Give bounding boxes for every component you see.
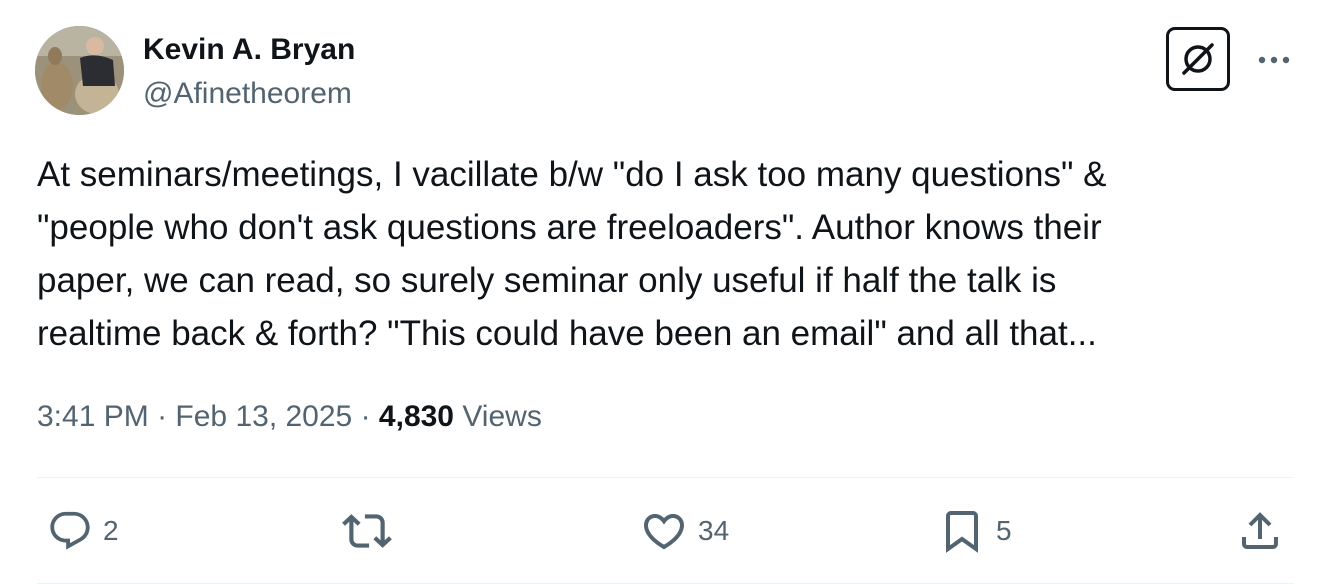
grok-icon	[1182, 43, 1214, 75]
tweet-line: realtime back & forth? "This could have …	[37, 314, 1097, 353]
grok-button[interactable]	[1166, 27, 1230, 91]
reply-icon	[50, 511, 90, 550]
avatar[interactable]	[35, 26, 124, 115]
meta-separator: ·	[157, 400, 168, 433]
reply-count: 2	[103, 515, 119, 546]
bookmark-button[interactable]: 5	[938, 505, 1012, 557]
bookmark-count: 5	[996, 515, 1012, 546]
tweet-line: At seminars/meetings, I vacillate b/w "d…	[37, 155, 1107, 194]
share-button[interactable]	[1236, 505, 1284, 557]
like-button[interactable]: 34	[640, 505, 729, 557]
tweet-text: At seminars/meetings, I vacillate b/w "d…	[37, 148, 1277, 360]
more-icon	[1258, 56, 1290, 64]
reply-button[interactable]: 2	[47, 505, 119, 557]
views-count: 4,830	[378, 400, 454, 433]
tweet-line: "people who don't ask questions are free…	[37, 208, 1102, 247]
retweet-icon	[342, 514, 392, 548]
tweet-meta: 3:41 PM · Feb 13, 2025 · 4,830 Views	[37, 399, 542, 435]
retweet-button[interactable]	[342, 505, 402, 557]
views-label: Views	[462, 400, 542, 433]
more-options-button[interactable]	[1252, 44, 1296, 76]
author-handle[interactable]: @Afinetheorem	[143, 76, 352, 112]
heart-icon	[643, 514, 685, 550]
tweet-date[interactable]: Feb 13, 2025	[175, 400, 352, 433]
like-count: 34	[698, 515, 730, 546]
author-name[interactable]: Kevin A. Bryan	[143, 32, 355, 68]
share-icon	[1242, 512, 1278, 549]
meta-separator: ·	[360, 400, 371, 433]
tweet-time[interactable]: 3:41 PM	[37, 400, 149, 433]
tweet-line: paper, we can read, so surely seminar on…	[37, 261, 1057, 300]
bookmark-icon	[946, 511, 978, 553]
divider	[37, 477, 1294, 478]
